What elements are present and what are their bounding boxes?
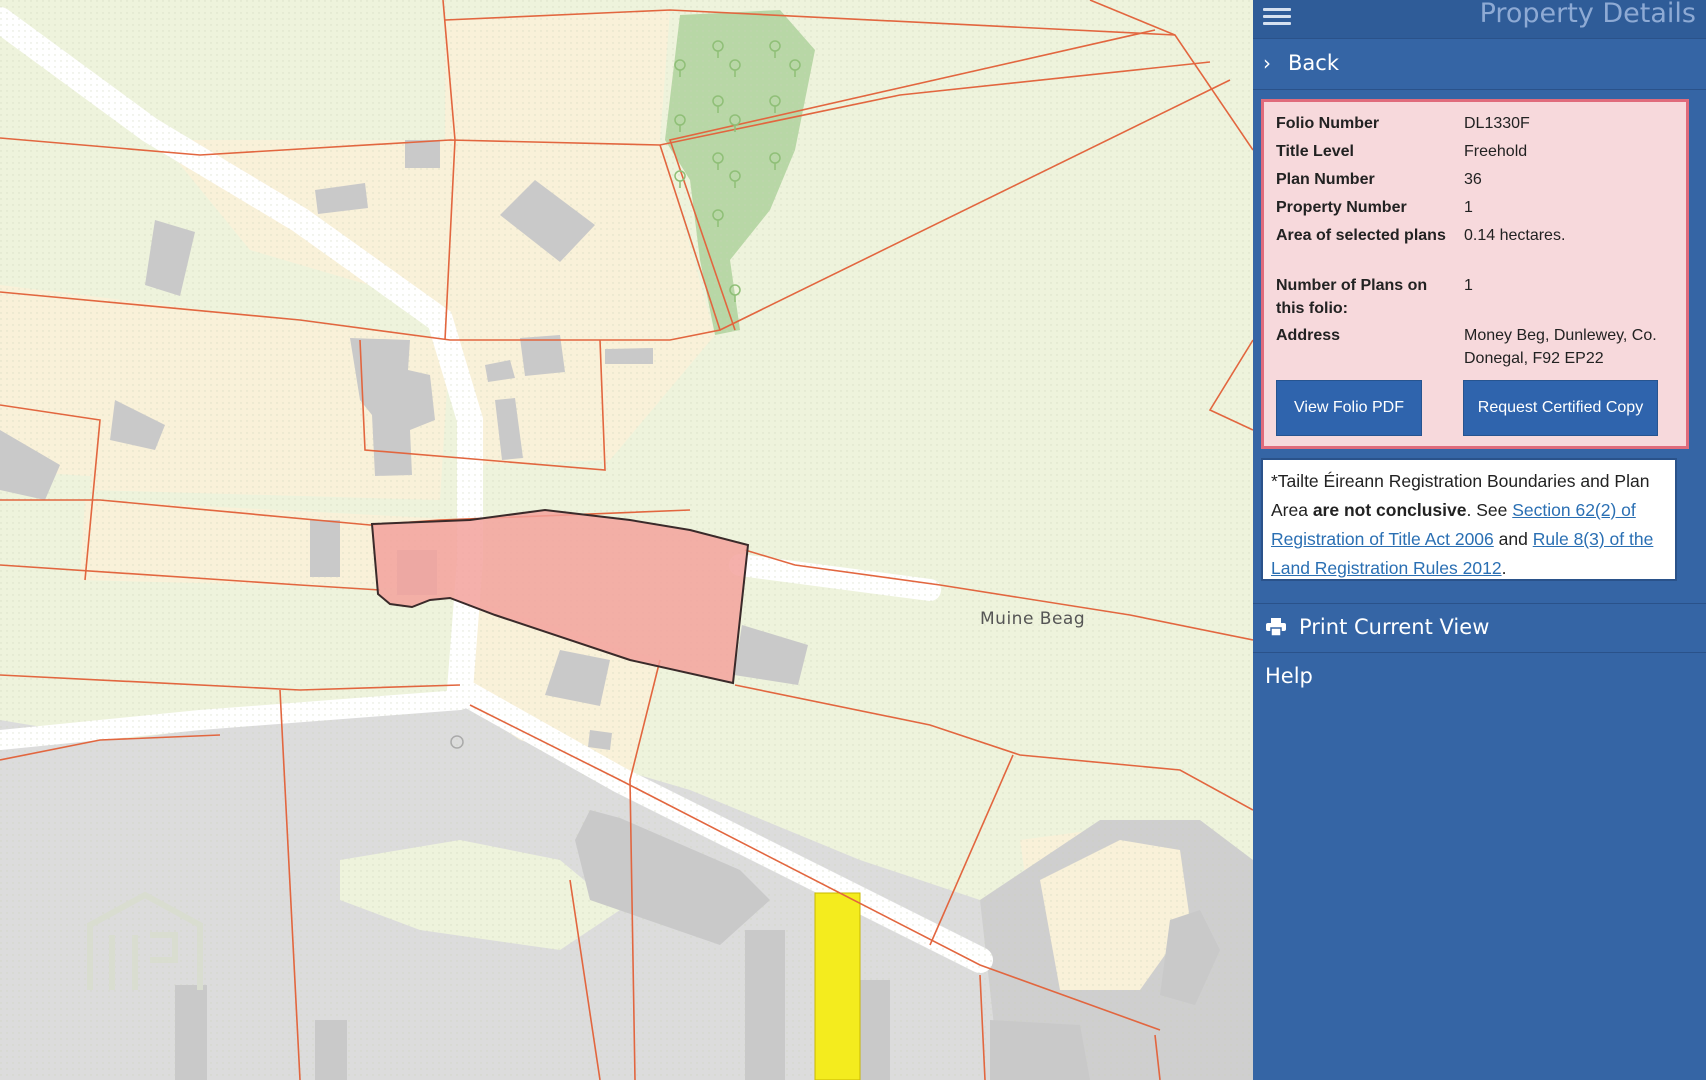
print-label: Print Current View <box>1299 615 1490 639</box>
detail-value: Freehold <box>1464 143 1528 160</box>
detail-value: 1 <box>1464 199 1473 216</box>
view-folio-pdf-button[interactable]: View Folio PDF <box>1276 380 1422 436</box>
disclaimer-bold: are not conclusive <box>1312 500 1467 520</box>
printer-icon <box>1266 618 1286 636</box>
map-view[interactable]: Muine Beag <box>0 0 1253 1080</box>
detail-label: Title Level <box>1276 143 1354 160</box>
disclaimer-end: . <box>1501 558 1507 578</box>
print-current-view-button[interactable]: Print Current View <box>1253 603 1706 653</box>
property-details-panel: Property Details › Back Folio Number DL1… <box>1253 0 1706 1080</box>
disclaimer-and: and <box>1493 529 1533 549</box>
map-canvas[interactable]: Muine Beag <box>0 0 1253 1080</box>
chevron-right-icon: › <box>1263 51 1271 75</box>
detail-value: 1 <box>1464 277 1473 294</box>
detail-value: Money Beg, Dunlewey, Co. Donegal, F92 EP… <box>1464 327 1657 367</box>
place-label: Muine Beag <box>980 609 1085 629</box>
back-label: Back <box>1288 51 1339 75</box>
request-certified-copy-button[interactable]: Request Certified Copy <box>1463 380 1658 436</box>
hamburger-menu-icon[interactable] <box>1263 4 1291 26</box>
back-button[interactable]: › Back <box>1253 39 1706 90</box>
help-label: Help <box>1265 664 1313 688</box>
detail-label: Plan Number <box>1276 171 1375 188</box>
panel-title: Property Details <box>1479 0 1696 29</box>
detail-label: Folio Number <box>1276 115 1380 132</box>
detail-label: Number of Plans on this folio: <box>1276 277 1428 317</box>
help-button[interactable]: Help <box>1253 653 1706 703</box>
disclaimer-box: *Tailte Éireann Registration Boundaries … <box>1261 458 1677 581</box>
highlighted-plot[interactable] <box>814 892 861 1080</box>
detail-value: 36 <box>1464 171 1482 188</box>
property-details-box: Folio Number DL1330F Title Level Freehol… <box>1261 99 1689 449</box>
detail-label: Address <box>1276 327 1341 344</box>
disclaimer-see: . See <box>1466 500 1513 520</box>
panel-header: Property Details <box>1253 0 1706 39</box>
detail-value: 0.14 hectares. <box>1464 227 1566 244</box>
detail-label: Property Number <box>1276 199 1407 216</box>
detail-label: Area of selected plans <box>1276 227 1446 244</box>
detail-value: DL1330F <box>1464 115 1530 132</box>
